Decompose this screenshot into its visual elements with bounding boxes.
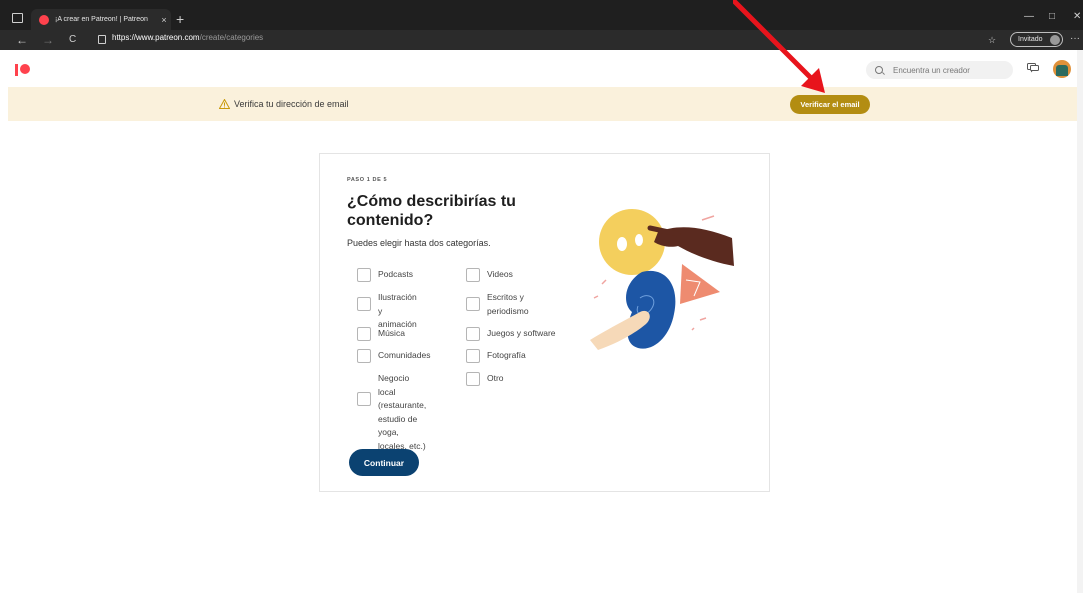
address-bar: ← → C https://www.patreon.com/create/cat…	[0, 30, 1083, 50]
category-label: Juegos y software	[487, 328, 556, 338]
favorites-icon[interactable]: ☆	[988, 35, 996, 46]
checkbox[interactable]	[466, 268, 480, 282]
back-icon[interactable]: ←	[16, 32, 28, 48]
annotation-arrow	[733, 0, 825, 93]
category-label: Comunidades	[378, 350, 431, 360]
url-path: /create/categories	[199, 33, 264, 42]
url-host: https://www.patreon.com	[112, 33, 200, 42]
verify-email-banner: Verifica tu dirección de email Verificar…	[8, 87, 1083, 121]
forward-icon[interactable]: →	[42, 32, 54, 48]
continue-button[interactable]: Continuar	[349, 449, 419, 476]
profile-button[interactable]: Invitado	[1010, 32, 1063, 47]
lock-icon[interactable]	[98, 35, 106, 44]
category-label: Otro	[487, 373, 504, 383]
close-window-icon[interactable]: ✕	[1073, 11, 1081, 22]
checkbox[interactable]	[357, 327, 371, 341]
page-title: ¿Cómo describirías tu contenido?	[347, 193, 516, 229]
category-label: Videos	[487, 269, 513, 279]
tab-actions-icon[interactable]	[12, 13, 23, 23]
step-indicator: PASO 1 DE 5	[347, 177, 388, 183]
profile-label: Invitado	[1018, 36, 1043, 43]
verify-email-button[interactable]: Verificar el email	[790, 95, 870, 114]
banner-message: Verifica tu dirección de email	[234, 99, 349, 109]
category-label: Escritos y periodismo	[487, 292, 529, 316]
tab-title: ¡A crear en Patreon! | Patreon	[55, 16, 148, 23]
patreon-header	[0, 50, 1083, 87]
selection-hint: Puedes elegir hasta dos categorías.	[347, 238, 491, 248]
category-card: PASO 1 DE 5 ¿Cómo describirías tu conten…	[319, 153, 770, 492]
checkbox[interactable]	[357, 392, 371, 406]
search-input[interactable]	[891, 64, 1005, 76]
page-scrollbar[interactable]	[1077, 50, 1083, 593]
warning-icon	[219, 99, 230, 109]
category-label: Negocio local (restaurante, estudio de y…	[378, 373, 427, 451]
category-label: Fotografía	[487, 350, 526, 360]
more-icon[interactable]: ···	[1070, 33, 1080, 44]
checkbox[interactable]	[466, 349, 480, 363]
patreon-logo-icon[interactable]	[15, 64, 31, 76]
checkbox[interactable]	[357, 297, 371, 311]
browser-tab[interactable]: ¡A crear en Patreon! | Patreon ×	[31, 9, 171, 30]
restore-icon[interactable]: □	[1049, 11, 1055, 22]
url-field[interactable]: https://www.patreon.com/create/categorie…	[112, 33, 263, 42]
tab-close-icon[interactable]: ×	[157, 15, 171, 25]
category-label: Música	[378, 328, 405, 338]
category-label: Podcasts	[378, 269, 413, 279]
minimize-icon[interactable]: —	[1024, 11, 1034, 22]
checkbox[interactable]	[466, 327, 480, 341]
chat-icon[interactable]	[1027, 63, 1039, 73]
browser-tab-strip: ¡A crear en Patreon! | Patreon × + — □ ✕	[0, 0, 1083, 30]
profile-avatar-icon	[1050, 35, 1060, 45]
user-avatar[interactable]	[1053, 60, 1071, 78]
reload-icon[interactable]: C	[69, 32, 76, 48]
category-label: Ilustración y animación	[378, 292, 417, 329]
search-bar[interactable]	[866, 61, 1013, 79]
checkbox[interactable]	[357, 268, 371, 282]
patreon-favicon-icon	[39, 14, 49, 25]
creative-illustration	[590, 209, 734, 350]
checkbox[interactable]	[466, 372, 480, 386]
checkbox[interactable]	[466, 297, 480, 311]
new-tab-button[interactable]: +	[176, 11, 184, 27]
search-icon	[875, 66, 883, 74]
checkbox[interactable]	[357, 349, 371, 363]
